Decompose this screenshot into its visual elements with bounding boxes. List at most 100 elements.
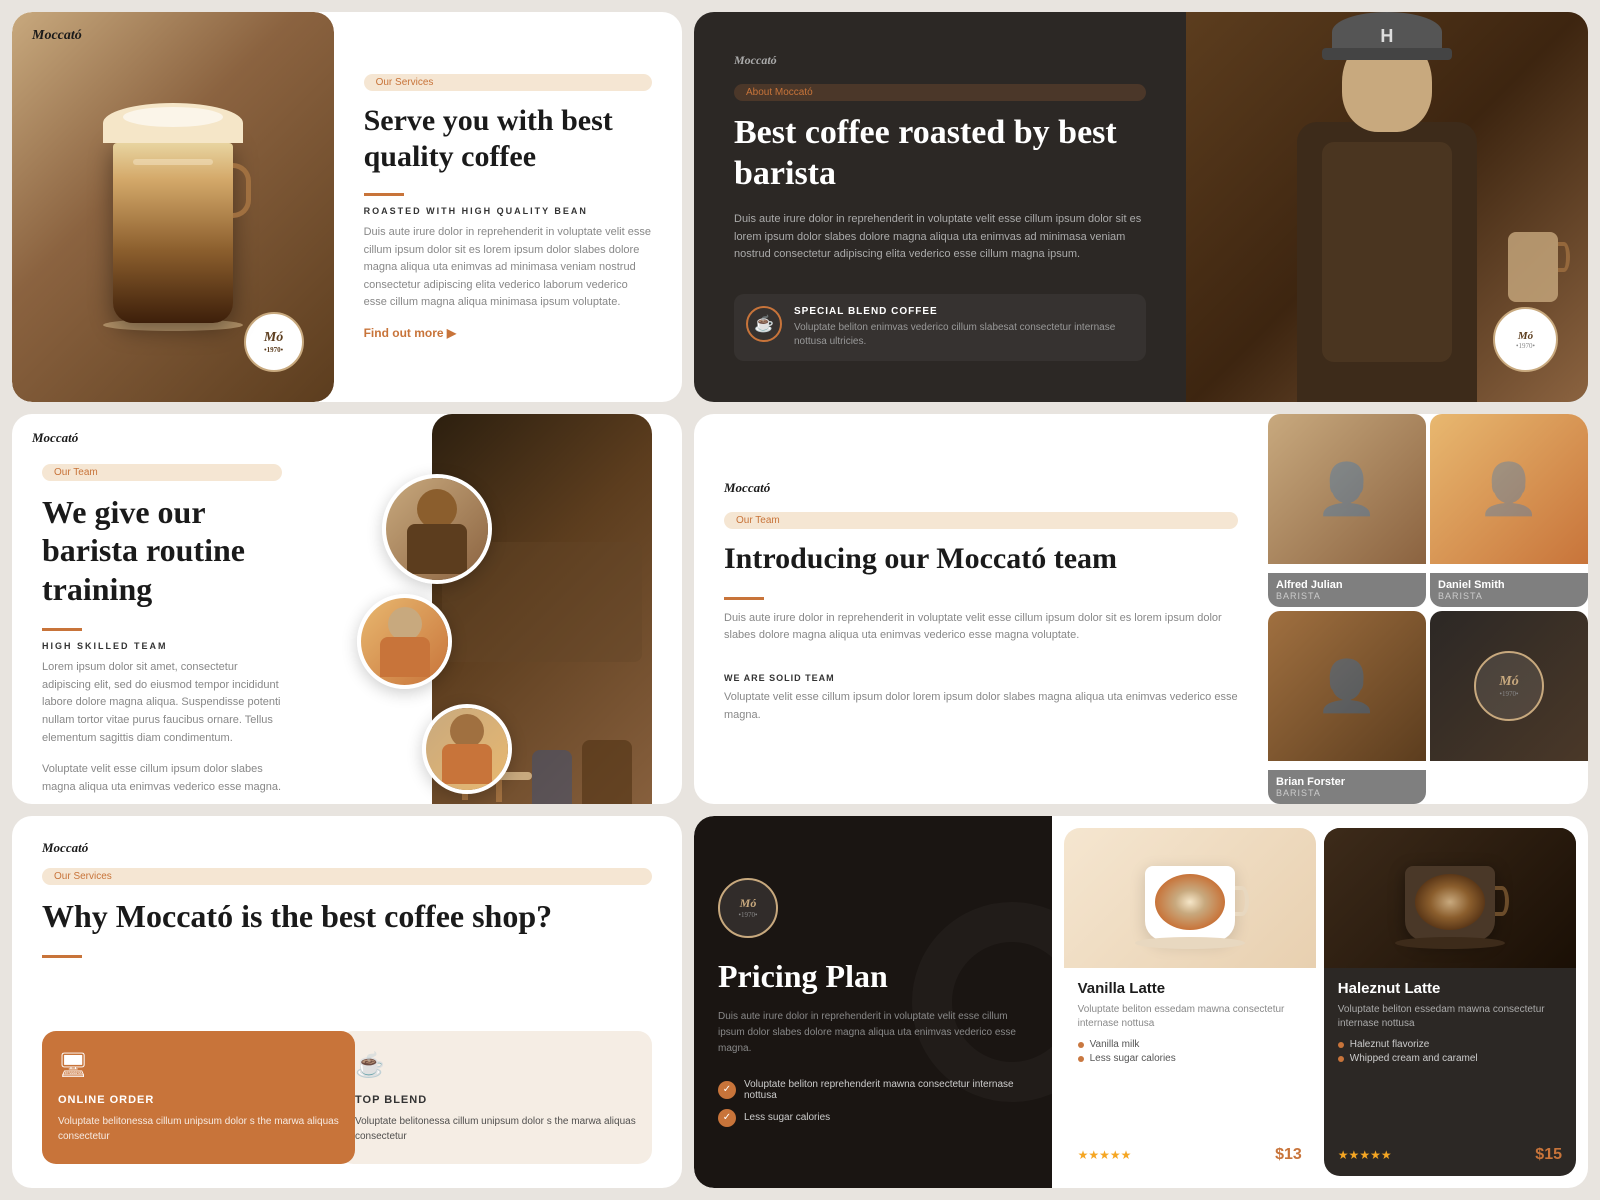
badge-mo: Mó xyxy=(1518,330,1533,342)
service-top-blend: ☕ TOP BLEND Voluptate belitonessa cillum… xyxy=(339,1031,652,1164)
team-member-brian: 👤 Brian Forster BARISTA xyxy=(1268,611,1426,804)
card4-title: Introducing our Moccató team xyxy=(724,541,1238,577)
card1-text: Our Services Serve you with best quality… xyxy=(334,12,682,402)
team-section-label: WE ARE SOLID TEAM xyxy=(724,673,1238,683)
brian-name-overlay: Brian Forster BARISTA xyxy=(1268,770,1426,804)
alfred-photo: 👤 xyxy=(1268,414,1426,564)
card2-text: Moccató About Moccató Best coffee roaste… xyxy=(694,12,1186,402)
coffee-image-section: Mó •1970• xyxy=(12,12,334,402)
haleznut-price: $15 xyxy=(1535,1146,1562,1164)
check2-text: Less sugar calories xyxy=(744,1112,830,1123)
vanilla-stars-price: ★★★★★ $13 xyxy=(1078,1138,1302,1164)
card4-tag: Our Team xyxy=(724,512,1238,529)
card2-brand: Moccató xyxy=(734,53,1146,68)
team-member-alfred: 👤 Alfred Julian BARISTA xyxy=(1268,414,1426,607)
card2-logo-badge: Mó •1970• xyxy=(1493,307,1558,372)
badge-year: •1970• xyxy=(1516,342,1535,350)
haleznut-latte-img xyxy=(1324,828,1576,968)
dot-icon xyxy=(1338,1042,1344,1048)
top-blend-icon: ☕ xyxy=(355,1051,636,1080)
card2-tag: About Moccató xyxy=(734,84,1146,101)
card1-tag: Our Services xyxy=(364,74,652,91)
card4-text: Moccató Our Team Introducing our Moccató… xyxy=(694,414,1268,804)
check-icon-1: ✓ xyxy=(718,1081,736,1099)
team-photo-grid: 👤 Alfred Julian BARISTA 👤 Daniel Smith B… xyxy=(1268,414,1588,804)
brian-photo: 👤 xyxy=(1268,611,1426,761)
card5-divider xyxy=(42,955,82,958)
card3-body1: Lorem ipsum dolor sit amet, consectetur … xyxy=(42,659,282,747)
team-badge-year: •1970• xyxy=(1500,690,1519,698)
vanilla-latte-img xyxy=(1064,828,1316,968)
vanilla-ingredient-2-text: Less sugar calories xyxy=(1090,1053,1176,1064)
alfred-name-overlay: Alfred Julian BARISTA xyxy=(1268,573,1426,607)
logo-mo: Mó xyxy=(264,330,283,346)
service1-title: ONLINE ORDER xyxy=(58,1094,339,1106)
card-barista-training: Moccató Our Team We give our barista rou… xyxy=(12,414,682,804)
service2-title: TOP BLEND xyxy=(355,1094,636,1106)
logo-slot-img: Mó •1970• xyxy=(1430,611,1588,761)
logo-badge: Mó •1970• xyxy=(244,312,304,372)
daniel-name: Daniel Smith xyxy=(1438,579,1505,591)
card3-image-col xyxy=(302,464,652,804)
pricing-product-cards: Vanilla Latte Voluptate beliton essedam … xyxy=(1052,816,1588,1188)
card-team: Moccató Our Team Introducing our Moccató… xyxy=(694,414,1588,804)
card2-body: Duis aute irure dolor in reprehenderit i… xyxy=(734,211,1146,264)
card3-divider xyxy=(42,628,82,631)
divider xyxy=(364,193,404,196)
team-section-body: Voluptate velit esse cillum ipsum dolor … xyxy=(724,689,1238,724)
card3-brand: Moccató xyxy=(32,430,78,446)
blend-icon: ☕ xyxy=(746,306,782,342)
dot-icon xyxy=(1338,1056,1344,1062)
barista-circle-2 xyxy=(357,594,452,689)
haleznut-stars-price: ★★★★★ $15 xyxy=(1338,1138,1562,1164)
daniel-name-overlay: Daniel Smith BARISTA xyxy=(1430,573,1588,607)
barista-circle-3 xyxy=(422,704,512,794)
card5-services: 🖥 ONLINE ORDER Voluptate belitonessa cil… xyxy=(42,1031,652,1164)
vanilla-price: $13 xyxy=(1275,1146,1302,1164)
pricing-check2: ✓ Less sugar calories xyxy=(718,1109,1028,1127)
card1-subtitle: ROASTED WITH HIGH QUALITY BEAN xyxy=(364,206,652,216)
vanilla-ingredient-1: Vanilla milk xyxy=(1078,1039,1302,1050)
coffee-photo: Mó •1970• xyxy=(12,12,334,402)
blend-body: Voluptate beliton enimvas vederico cillu… xyxy=(794,321,1134,349)
haleznut-stars: ★★★★★ xyxy=(1338,1148,1392,1163)
daniel-photo: 👤 xyxy=(1430,414,1588,564)
blend-title: SPECIAL BLEND COFFEE xyxy=(794,306,1134,317)
card5-brand: Moccató xyxy=(42,840,652,856)
service2-body: Voluptate belitonessa cillum unipsum dol… xyxy=(355,1114,636,1144)
card3-subtitle: HIGH SKILLED TEAM xyxy=(42,641,282,651)
card3-body2: Voluptate velit esse cillum ipsum dolor … xyxy=(42,761,282,796)
pricing-logo-year: •1970• xyxy=(739,911,758,919)
card5-content: Moccató Our Services Why Moccató is the … xyxy=(12,816,682,1188)
card2-title: Best coffee roasted by best barista xyxy=(734,113,1146,195)
card4-brand: Moccató xyxy=(724,480,1238,496)
haleznut-ingredient-2: Whipped cream and caramel xyxy=(1338,1053,1562,1064)
team-member-daniel: 👤 Daniel Smith BARISTA xyxy=(1430,414,1588,607)
find-out-more-link[interactable]: Find out more ▶ xyxy=(364,326,652,340)
card3-title: We give our barista routine training xyxy=(42,493,282,608)
barista-circle-1 xyxy=(382,474,492,584)
haleznut-ingredient-1: Haleznut flavorize xyxy=(1338,1039,1562,1050)
vanilla-ingredient-2: Less sugar calories xyxy=(1078,1053,1302,1064)
vanilla-stars: ★★★★★ xyxy=(1078,1148,1132,1163)
online-order-icon: 🖥 xyxy=(58,1051,339,1080)
card1-title: Serve you with best quality coffee xyxy=(364,103,652,175)
team-logo-slot: Mó •1970• xyxy=(1430,611,1588,804)
haleznut-latte-info: Haleznut Latte Voluptate beliton essedam… xyxy=(1324,968,1576,1176)
card4-body: Duis aute irure dolor in reprehenderit i… xyxy=(724,610,1238,645)
product-haleznut-latte: Haleznut Latte Voluptate beliton essedam… xyxy=(1324,828,1576,1176)
haleznut-ingredient-2-text: Whipped cream and caramel xyxy=(1350,1053,1478,1064)
card-best-coffee: Moccató About Moccató Best coffee roaste… xyxy=(694,12,1588,402)
pricing-logo-mo: Mó xyxy=(740,896,757,911)
card1-brand-label: Moccató xyxy=(32,28,82,44)
card-serve-quality: Mó •1970• Our Services Serve you with be… xyxy=(12,12,682,402)
card-why-moccato: Moccató Our Services Why Moccató is the … xyxy=(12,816,682,1188)
pricing-dark-section: Mó •1970• Pricing Plan Duis aute irure d… xyxy=(694,816,1052,1188)
card3-tag: Our Team xyxy=(42,464,282,481)
pricing-logo: Mó •1970• xyxy=(718,878,778,938)
alfred-role: BARISTA xyxy=(1276,591,1418,601)
card4-divider xyxy=(724,597,764,600)
service-online-order: 🖥 ONLINE ORDER Voluptate belitonessa cil… xyxy=(42,1031,355,1164)
card3-text: Our Team We give our barista routine tra… xyxy=(42,464,282,804)
haleznut-ingredient-1-text: Haleznut flavorize xyxy=(1350,1039,1429,1050)
